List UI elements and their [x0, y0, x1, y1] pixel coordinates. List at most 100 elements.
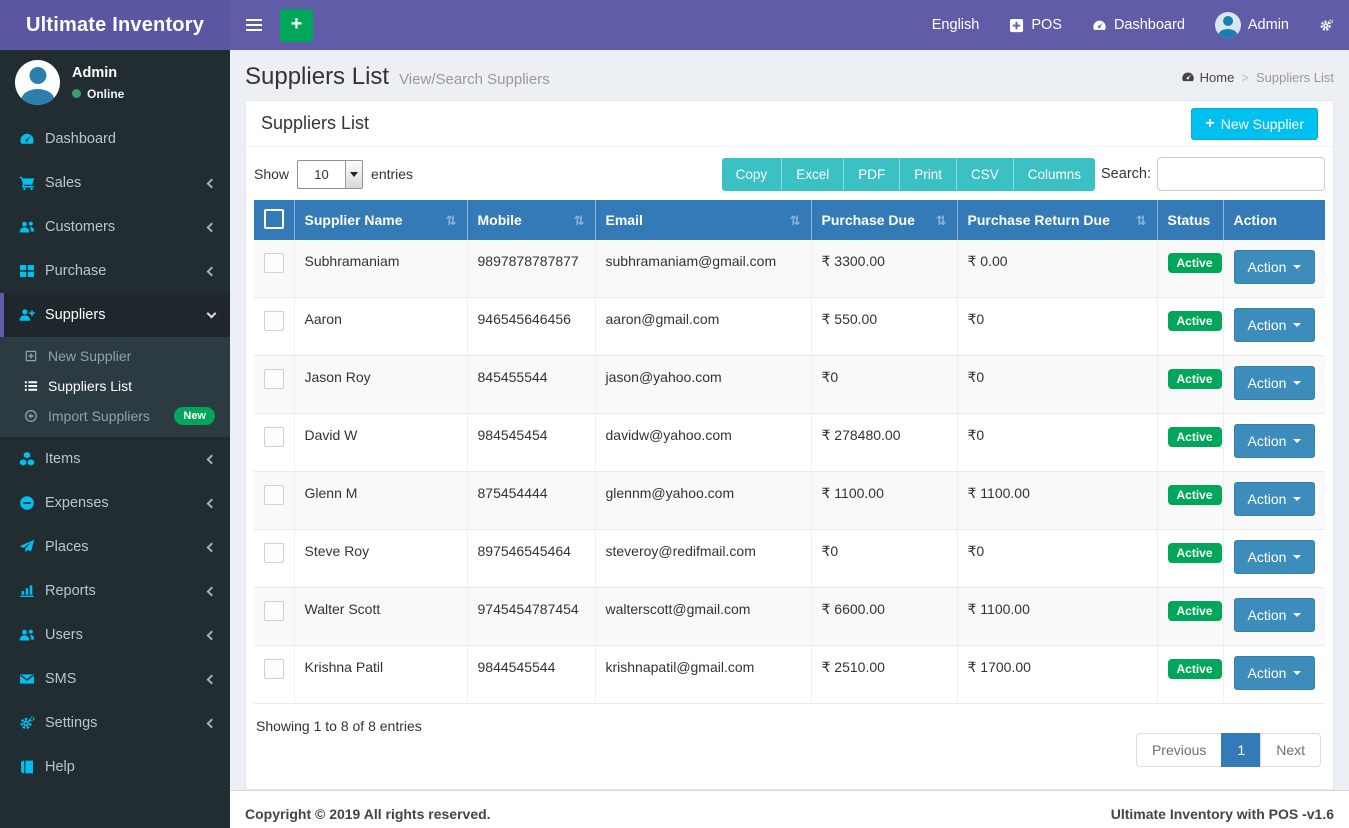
row-checkbox[interactable]: [264, 485, 284, 505]
tachometer-icon: [19, 131, 35, 147]
sidebar-item-places[interactable]: Places: [0, 525, 230, 569]
plus-square-icon: [24, 349, 39, 363]
cell-status: Active: [1156, 645, 1223, 704]
cell-status: Active: [1156, 587, 1223, 646]
page-length-select[interactable]: 10: [297, 159, 364, 189]
action-button-label: Action: [1247, 665, 1287, 681]
new-supplier-button[interactable]: + New Supplier: [1191, 107, 1318, 140]
column-header-purchase_return_due[interactable]: Purchase Return Due ⇅: [956, 200, 1157, 240]
cell-purchase_due: ₹ 278480.00: [810, 413, 957, 472]
column-header-mobile[interactable]: Mobile ⇅: [466, 200, 595, 240]
row-select-cell: [254, 413, 294, 472]
table-row: Jason Roy 845455544 jason@yahoo.com ₹0 ₹0 Act…: [254, 355, 1325, 414]
column-header-email[interactable]: Email ⇅: [594, 200, 811, 240]
row-action-button[interactable]: Action: [1233, 656, 1316, 690]
nav-dashboard[interactable]: Dashboard: [1077, 0, 1200, 50]
pagination-next[interactable]: Next: [1260, 733, 1321, 767]
quick-add-button[interactable]: +: [280, 8, 313, 42]
sidebar-item-customers[interactable]: Customers: [0, 205, 230, 249]
row-action-button[interactable]: Action: [1233, 482, 1316, 516]
show-label: Show: [254, 166, 290, 182]
cell-purchase_due: ₹ 6600.00: [810, 587, 957, 646]
cell-email: subhramaniam@gmail.com: [594, 240, 811, 298]
sidebar-toggle-button[interactable]: [230, 0, 278, 50]
chevron-left-icon: [206, 674, 217, 684]
cell-mobile: 946545646456: [466, 297, 595, 356]
chevron-left-icon: [206, 266, 217, 276]
row-checkbox[interactable]: [264, 543, 284, 563]
search-input[interactable]: [1157, 157, 1325, 191]
row-action-button[interactable]: Action: [1233, 366, 1316, 400]
row-action-button[interactable]: Action: [1233, 598, 1316, 632]
sidebar-item-settings[interactable]: Settings: [0, 701, 230, 745]
app-logo[interactable]: Ultimate Inventory: [0, 0, 230, 50]
column-header-purchase_due[interactable]: Purchase Due ⇅: [810, 200, 957, 240]
export-pdf-button[interactable]: PDF: [844, 157, 901, 191]
row-checkbox[interactable]: [264, 427, 284, 447]
page-length-value: 10: [314, 166, 329, 182]
pagination-previous[interactable]: Previous: [1135, 733, 1223, 767]
status-badge: Active: [1167, 311, 1222, 331]
table-row: Glenn M 875454444 glennm@yahoo.com ₹ 1100.0…: [254, 471, 1325, 530]
nav-language[interactable]: English: [917, 0, 995, 50]
sidebar-item-suppliers[interactable]: Suppliers: [0, 293, 230, 337]
cell-status: Active: [1156, 413, 1223, 472]
pagination-page-1[interactable]: 1: [1221, 733, 1262, 767]
column-label: Status: [1167, 212, 1211, 228]
caret-down-icon: [1293, 497, 1302, 501]
table-body: Subhramaniam 9897878787877 subhramaniam@gm…: [254, 240, 1325, 704]
row-checkbox[interactable]: [264, 601, 284, 621]
cell-email: steveroy@redifmail.com: [594, 529, 811, 588]
sidebar-item-purchase[interactable]: Purchase: [0, 249, 230, 293]
cell-status: Active: [1156, 355, 1223, 414]
sidebar-item-new-supplier[interactable]: New Supplier: [0, 341, 230, 371]
caret-down-icon: [1293, 265, 1302, 269]
select-all-checkbox[interactable]: [264, 209, 284, 229]
nav-pos[interactable]: POS: [994, 0, 1077, 50]
row-action-button[interactable]: Action: [1233, 424, 1316, 458]
table-toolbar: Show 10 entries Copy Excel PDF Print CSV Colu…: [246, 147, 1333, 200]
cogs-icon: [1319, 18, 1334, 33]
column-header-select-all: [254, 200, 294, 240]
export-columns-button[interactable]: Columns: [1013, 157, 1096, 191]
chevron-left-icon: [206, 222, 217, 232]
column-label: Mobile: [477, 211, 522, 228]
cell-action: Action: [1222, 587, 1325, 646]
breadcrumb-separator: >: [1241, 69, 1249, 85]
sidebar-item-users[interactable]: Users: [0, 613, 230, 657]
breadcrumb-home-link[interactable]: Home: [1200, 70, 1235, 85]
users-icon: [19, 627, 35, 643]
sidebar-item-dashboard[interactable]: Dashboard: [0, 117, 230, 161]
cell-status: Active: [1156, 240, 1223, 298]
row-action-button[interactable]: Action: [1233, 250, 1316, 284]
export-excel-button[interactable]: Excel: [782, 157, 845, 191]
action-button-label: Action: [1247, 259, 1287, 275]
export-csv-button[interactable]: CSV: [956, 157, 1014, 191]
sidebar-item-label: Expenses: [45, 495, 109, 511]
cell-name: Aaron: [293, 297, 467, 356]
sidebar-item-help[interactable]: Help: [0, 745, 230, 789]
cell-mobile: 9897878787877: [466, 240, 595, 298]
sidebar-item-items[interactable]: Items: [0, 437, 230, 481]
row-checkbox[interactable]: [264, 369, 284, 389]
nav-settings[interactable]: [1304, 0, 1349, 50]
sidebar-item-sales[interactable]: Sales: [0, 161, 230, 205]
row-action-button[interactable]: Action: [1233, 540, 1316, 574]
column-label: Purchase Return Due: [967, 211, 1110, 228]
nav-user-menu[interactable]: Admin: [1200, 0, 1304, 50]
row-checkbox[interactable]: [264, 311, 284, 331]
column-header-name[interactable]: Supplier Name ⇅: [293, 200, 467, 240]
user-avatar[interactable]: [15, 60, 60, 105]
chevron-left-icon: [206, 498, 217, 508]
sidebar-item-label: Places: [45, 539, 89, 555]
row-checkbox[interactable]: [264, 659, 284, 679]
sidebar-item-expenses[interactable]: Expenses: [0, 481, 230, 525]
row-action-button[interactable]: Action: [1233, 308, 1316, 342]
sidebar-item-import-suppliers[interactable]: Import Suppliers New: [0, 401, 230, 431]
export-print-button[interactable]: Print: [900, 157, 957, 191]
sidebar-item-sms[interactable]: SMS: [0, 657, 230, 701]
export-copy-button[interactable]: Copy: [721, 157, 783, 191]
sidebar-item-reports[interactable]: Reports: [0, 569, 230, 613]
sidebar-item-suppliers-list[interactable]: Suppliers List: [0, 371, 230, 401]
row-checkbox[interactable]: [264, 253, 284, 273]
